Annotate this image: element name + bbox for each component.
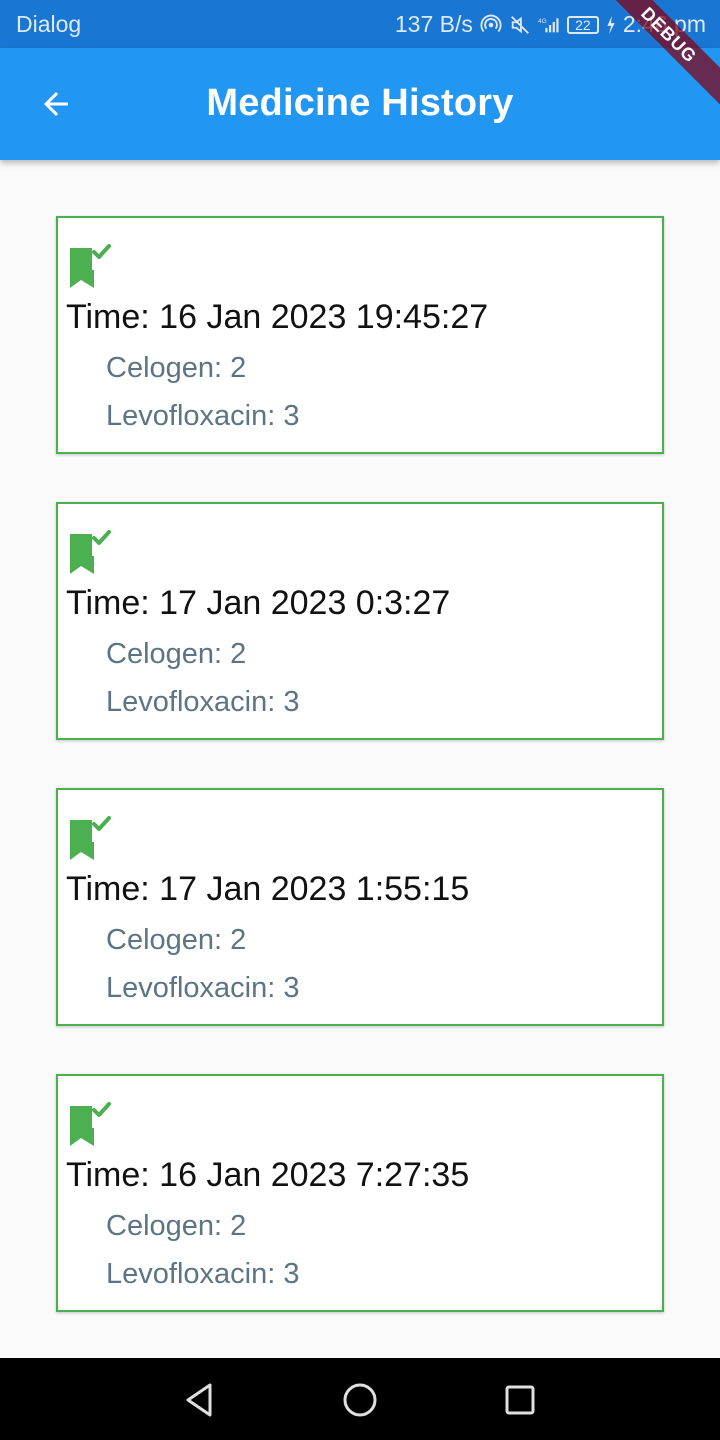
medicine-entry: Levofloxacin: 3: [106, 972, 300, 1004]
bookmark-added-icon: [70, 1102, 111, 1146]
charging-icon: [607, 15, 615, 34]
recents-square-icon[interactable]: [498, 1378, 542, 1422]
back-triangle-icon[interactable]: [178, 1378, 222, 1422]
medicine-entry: Levofloxacin: 3: [106, 400, 300, 432]
history-time: Time: 16 Jan 2023 7:27:35: [66, 1156, 470, 1194]
medicine-entry: Levofloxacin: 3: [106, 686, 300, 718]
mute-icon: [510, 15, 529, 34]
app-bar: Medicine History: [0, 48, 720, 160]
history-time: Time: 16 Jan 2023 19:45:27: [66, 298, 489, 336]
network-type: 4G: [538, 17, 547, 24]
medicine-history-list: Time: 16 Jan 2023 19:45:27 Celogen: 2 Le…: [56, 216, 664, 1360]
medicine-entry: Celogen: 2: [106, 352, 247, 384]
status-bar: Dialog 137 B/s 4G 22 2:46 pm: [0, 0, 720, 48]
bookmark-added-icon: [70, 530, 111, 574]
page-title: Medicine History: [206, 82, 514, 124]
home-circle-icon[interactable]: [338, 1378, 382, 1422]
system-nav-bar: [0, 1358, 720, 1440]
status-app-label: Dialog: [16, 11, 82, 37]
medicine-entry: Levofloxacin: 3: [106, 1258, 300, 1290]
battery-level: 22: [575, 16, 591, 33]
signal-icon: 4G: [538, 17, 559, 32]
medicine-entry: Celogen: 2: [106, 638, 247, 670]
history-time: Time: 17 Jan 2023 0:3:27: [66, 584, 451, 622]
history-card[interactable]: Time: 17 Jan 2023 0:3:27 Celogen: 2 Levo…: [56, 502, 664, 740]
bookmark-added-icon: [70, 244, 111, 288]
medicine-entry: Celogen: 2: [106, 924, 247, 956]
medicine-entry: Celogen: 2: [106, 1210, 247, 1242]
hotspot-icon: [480, 14, 502, 32]
history-card[interactable]: Time: 16 Jan 2023 19:45:27 Celogen: 2 Le…: [56, 216, 664, 454]
battery-icon: 22: [566, 15, 599, 34]
network-speed: 137 B/s: [394, 11, 473, 37]
history-time: Time: 17 Jan 2023 1:55:15: [66, 870, 470, 908]
bookmark-added-icon: [70, 816, 111, 860]
history-card[interactable]: Time: 16 Jan 2023 7:27:35 Celogen: 2 Lev…: [56, 1074, 664, 1312]
history-card[interactable]: Time: 17 Jan 2023 1:55:15 Celogen: 2 Lev…: [56, 788, 664, 1026]
